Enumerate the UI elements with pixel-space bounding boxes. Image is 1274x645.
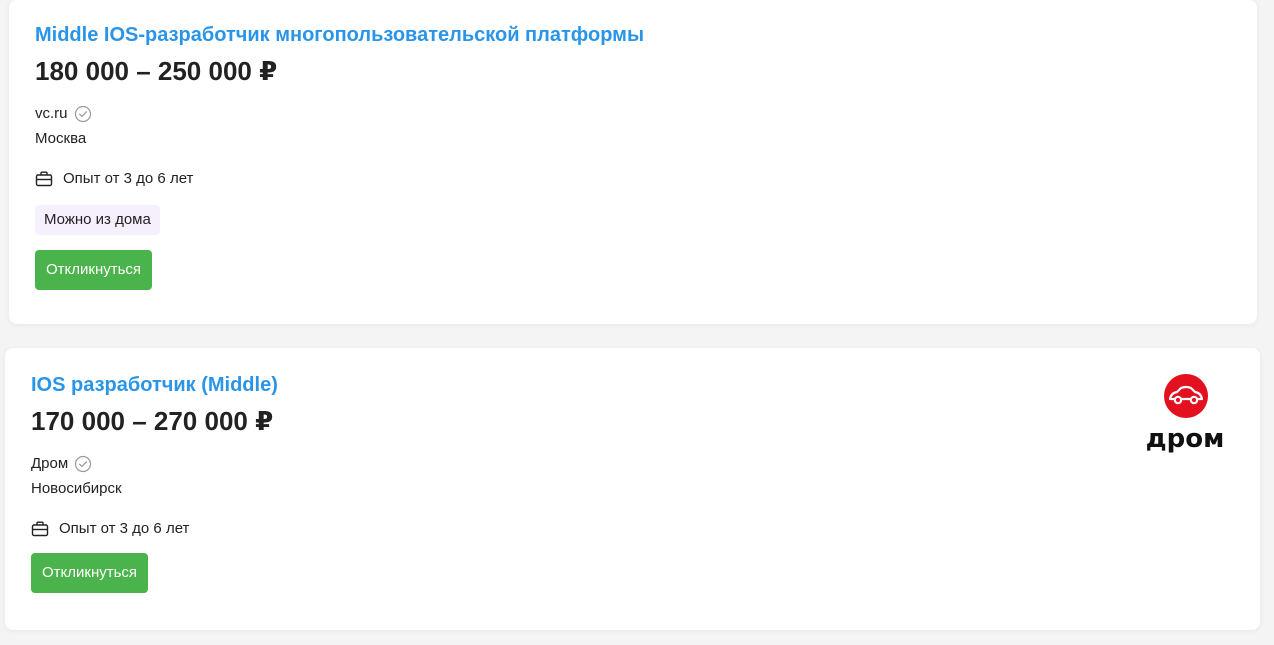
company-name-link[interactable]: Дром [31,454,68,474]
vacancy-card-content: IOS разработчик (Middle) 170 000 – 270 0… [31,372,278,593]
experience-row: Опыт от 3 до 6 лет [31,519,278,539]
vacancy-title-link[interactable]: IOS разработчик (Middle) [31,372,278,398]
vacancy-card-content: Middle IOS-разработчик многопользователь… [35,22,644,290]
vacancy-city: Новосибирск [31,480,122,497]
vacancy-card: Middle IOS-разработчик многопользователь… [9,0,1257,324]
company-row: Дром [31,454,278,474]
company-name-link[interactable]: vc.ru [35,104,68,124]
vacancy-city: Москва [35,130,87,147]
drom-logo-text: дром [1145,424,1225,454]
briefcase-icon [35,171,53,187]
experience-text: Опыт от 3 до 6 лет [59,520,190,537]
company-row: vc.ru [35,104,644,124]
drom-car-icon [1164,374,1208,418]
vacancy-salary: 180 000 – 250 000 ₽ [35,56,278,86]
badge-wrapper: Можно из дома [35,189,644,235]
verified-check-icon [74,455,92,473]
experience-row: Опыт от 3 до 6 лет [35,169,644,189]
experience-text: Опыт от 3 до 6 лет [63,170,194,187]
remote-work-badge: Можно из дома [35,205,160,235]
vacancy-salary: 170 000 – 270 000 ₽ [31,406,274,436]
vacancy-card: IOS разработчик (Middle) 170 000 – 270 0… [5,348,1260,630]
company-logo[interactable]: дром [1140,372,1230,462]
respond-button[interactable]: Откликнуться [31,553,149,593]
vacancy-title-link[interactable]: Middle IOS-разработчик многопользователь… [35,22,644,48]
verified-check-icon [74,105,92,123]
briefcase-icon [31,521,49,537]
respond-button[interactable]: Откликнуться [35,250,153,290]
